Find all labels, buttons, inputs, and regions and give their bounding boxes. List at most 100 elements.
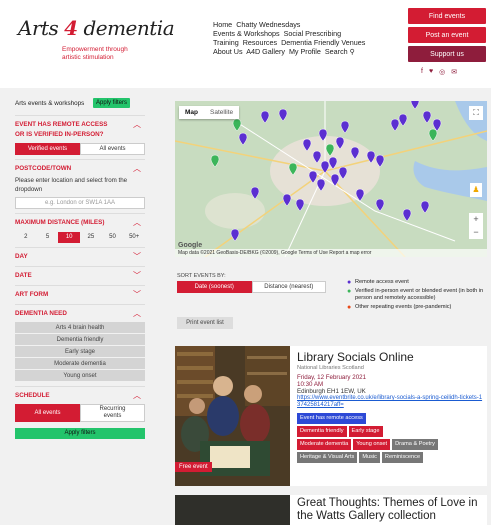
purple-map-pin[interactable] — [375, 198, 385, 212]
nav-chatty-wednesdays[interactable]: Chatty Wednesdays — [236, 20, 300, 29]
event-tag[interactable]: Early stage — [348, 426, 383, 437]
event-photo[interactable]: Free event — [175, 346, 290, 486]
site-logo[interactable]: Arts 4 dementia Empowerment through arti… — [18, 16, 175, 71]
postcode-title[interactable]: POSTCODE/TOWN — [15, 164, 145, 174]
day-title[interactable]: DAY — [15, 252, 145, 262]
pegman-icon[interactable]: ♟ — [470, 183, 482, 197]
postcode-input[interactable]: e.g. London or SW1A 1AA — [15, 197, 145, 209]
print-event-list-button[interactable]: Print event list — [177, 317, 233, 329]
chevron-down-icon[interactable]: ﹀ — [133, 270, 141, 281]
purple-map-pin[interactable] — [390, 118, 400, 132]
find-events-button[interactable]: Find events — [408, 8, 486, 24]
nav-about-us[interactable]: About Us — [213, 47, 243, 56]
purple-map-pin[interactable] — [420, 200, 430, 214]
event-tag[interactable]: Heritage & Visual Arts — [297, 452, 358, 463]
purple-map-pin[interactable] — [238, 132, 248, 146]
date-title[interactable]: DATE — [15, 271, 145, 281]
nav-my-profile[interactable]: My Profile — [289, 47, 321, 56]
need-option[interactable]: Dementia friendly — [15, 334, 145, 346]
filter-art-form[interactable]: ART FORM ﹀ — [15, 285, 145, 304]
sort-date-button[interactable]: Date (soonest) — [177, 281, 252, 293]
schedule-title[interactable]: SCHEDULE — [15, 391, 145, 401]
event-photo[interactable] — [175, 495, 290, 525]
nav-a4d-gallery[interactable]: A4D Gallery — [246, 47, 285, 56]
need-option[interactable]: Early stage — [15, 346, 145, 358]
distance-title[interactable]: MAXIMUM DISTANCE (MILES) — [15, 218, 145, 228]
zoom-out-button[interactable]: − — [469, 226, 483, 239]
event-tag[interactable]: Music — [359, 452, 380, 463]
map-tab-map[interactable]: Map — [179, 106, 204, 119]
recurring-events-toggle[interactable]: Recurring events — [80, 404, 145, 422]
email-icon[interactable]: ✉ — [451, 68, 457, 76]
filter-day[interactable]: DAY ﹀ — [15, 247, 145, 266]
distance-option[interactable]: 25 — [80, 232, 102, 243]
chevron-up-icon[interactable]: ︿ — [133, 390, 141, 401]
chevron-up-icon[interactable]: ︿ — [133, 119, 141, 130]
event-card[interactable]: Great Thoughts: Themes of Love in the Wa… — [175, 495, 487, 525]
nav-training[interactable]: Training — [213, 38, 239, 47]
nav-dementia-friendly-venues[interactable]: Dementia Friendly Venues — [281, 38, 365, 47]
distance-option[interactable]: 5 — [37, 232, 59, 243]
purple-map-pin[interactable] — [410, 101, 420, 110]
distance-option[interactable]: 50+ — [123, 232, 145, 243]
remote-title-line-2[interactable]: OR IS VERIFIED IN-PERSON? — [15, 130, 145, 140]
purple-map-pin[interactable] — [422, 110, 432, 124]
event-tag[interactable]: Young onset — [353, 439, 391, 450]
filter-date[interactable]: DATE ﹀ — [15, 266, 145, 285]
apply-filters-top-button[interactable]: Apply filters — [93, 98, 131, 108]
art-form-title[interactable]: ART FORM — [15, 290, 145, 300]
purple-map-pin[interactable] — [402, 208, 412, 222]
purple-map-pin[interactable] — [230, 228, 240, 242]
purple-map-pin[interactable] — [340, 120, 350, 134]
distance-option[interactable]: 50 — [102, 232, 124, 243]
green-map-pin[interactable] — [428, 128, 438, 142]
map-tab-satellite[interactable]: Satellite — [204, 106, 239, 119]
verified-events-toggle[interactable]: Verified events — [15, 143, 80, 155]
twitter-icon[interactable]: ♥ — [429, 68, 433, 76]
event-tag[interactable]: Dementia friendly — [297, 426, 347, 437]
green-map-pin[interactable] — [232, 118, 242, 132]
event-title[interactable]: Great Thoughts: Themes of Love in the Wa… — [297, 497, 485, 523]
map-attribution[interactable]: Map data ©2021 GeoBasis-DE/BKG (©2009), … — [175, 249, 487, 257]
event-tag[interactable]: Drama & Poetry — [392, 439, 438, 450]
support-us-button[interactable]: Support us — [408, 46, 486, 62]
nav-search[interactable]: Search ⚲ — [325, 47, 355, 56]
need-option[interactable]: Young onset — [15, 370, 145, 382]
dementia-need-title[interactable]: DEMENTIA NEED — [15, 309, 145, 319]
event-card[interactable]: Free event Library Socials Online Nation… — [175, 346, 487, 486]
zoom-in-button[interactable]: + — [469, 213, 483, 226]
distance-option-selected[interactable]: 10 — [58, 232, 81, 243]
remote-title-line-1[interactable]: EVENT HAS REMOTE ACCESS — [15, 120, 145, 130]
purple-map-pin[interactable] — [398, 113, 408, 127]
purple-map-pin[interactable] — [282, 193, 292, 207]
chevron-up-icon[interactable]: ︿ — [133, 163, 141, 174]
nav-home[interactable]: Home — [213, 20, 232, 29]
all-events-schedule-toggle[interactable]: All events — [15, 404, 80, 422]
nav-social-prescribing[interactable]: Social Prescribing — [284, 29, 342, 38]
chevron-down-icon[interactable]: ﹀ — [133, 289, 141, 300]
nav-resources[interactable]: Resources — [243, 38, 277, 47]
distance-option[interactable]: 2 — [15, 232, 37, 243]
events-map[interactable]: Map Satellite ⛶ ♟ + − Google Map data ©2… — [175, 101, 487, 257]
purple-map-pin[interactable] — [260, 110, 270, 124]
event-title[interactable]: Library Socials Online — [297, 350, 485, 364]
chevron-down-icon[interactable]: ﹀ — [133, 251, 141, 262]
post-event-button[interactable]: Post an event — [408, 27, 486, 43]
purple-map-pin[interactable] — [295, 198, 305, 212]
instagram-icon[interactable]: ◎ — [439, 68, 445, 76]
sort-distance-button[interactable]: Distance (nearest) — [251, 281, 326, 293]
purple-map-pin[interactable] — [278, 108, 288, 122]
all-events-toggle[interactable]: All events — [80, 143, 145, 155]
green-map-pin[interactable] — [210, 154, 220, 168]
need-option[interactable]: Moderate dementia — [15, 358, 145, 370]
facebook-icon[interactable]: f — [421, 68, 423, 76]
event-link[interactable]: https://www.eventbrite.co.uk/e/library-s… — [297, 395, 485, 409]
event-tag[interactable]: Reminiscence — [381, 452, 424, 463]
chevron-up-icon[interactable]: ︿ — [133, 308, 141, 319]
apply-filters-bottom-button[interactable]: Apply filters — [15, 428, 145, 439]
nav-events-workshops[interactable]: Events & Workshops — [213, 29, 280, 38]
need-option[interactable]: Arts 4 brain health — [15, 322, 145, 334]
map-canvas[interactable] — [175, 101, 487, 257]
event-tag[interactable]: Moderate dementia — [297, 439, 352, 450]
chevron-up-icon[interactable]: ︿ — [133, 217, 141, 228]
